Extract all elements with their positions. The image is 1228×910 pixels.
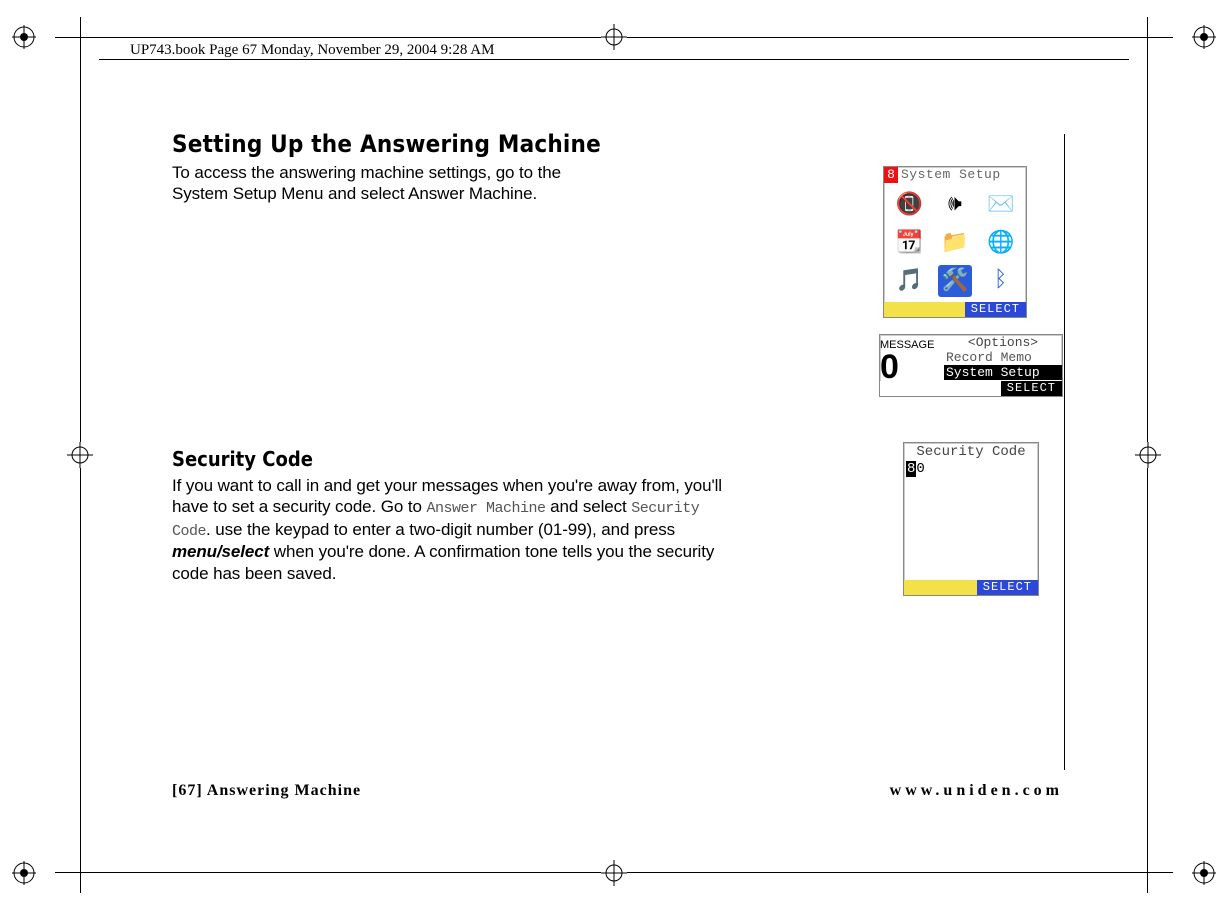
globe-icon: 🌐 (984, 227, 1018, 259)
lcd-text: Answer Machine (426, 500, 545, 517)
page-footer-right: www.uniden.com (890, 782, 1063, 800)
menu-title: System Setup (898, 167, 1026, 183)
page-content: Setting Up the Answering Machine To acce… (172, 130, 1063, 800)
emphasis: menu/select (172, 542, 269, 561)
crop-target-icon (601, 860, 627, 886)
security-code-cursor: 8 (906, 461, 916, 477)
message-count: 0 (880, 353, 944, 381)
menu-number: 8 (884, 167, 898, 183)
softkey-select: SELECT (977, 580, 1038, 595)
handset-icon: 📵 (892, 189, 926, 221)
phone-screen-security-code: Security Code 80 SELECT (903, 442, 1039, 596)
options-row: Record Memo (944, 350, 1062, 365)
registration-mark-icon (12, 25, 36, 49)
text: . use the keypad to enter a two-digit nu… (206, 520, 675, 539)
softkey-left (904, 580, 977, 595)
book-header: UP743.book Page 67 Monday, November 29, … (130, 42, 500, 59)
softkey-select: SELECT (965, 302, 1026, 317)
speaker-icon: 🕪 (938, 189, 972, 221)
security-code-header: Security Code (904, 443, 1038, 461)
phone-screen-options: MESSAGE 0 <Options> Record Memo System S… (879, 334, 1063, 397)
options-header: <Options> (944, 335, 1062, 350)
page-footer-left: [67] Answering Machine (172, 782, 361, 800)
calendar-icon: 📆 (892, 227, 926, 259)
crop-target-icon (601, 24, 627, 50)
phone-screen-system-setup: 8 System Setup 📵 🕪 ✉️ 📆 📁 🌐 🎵 🛠️ ᛒ SELEC… (883, 166, 1027, 318)
bluetooth-icon: ᛒ (984, 265, 1018, 297)
folder-icon: 📁 (938, 227, 972, 259)
section-body: To access the answering machine settings… (172, 162, 592, 205)
envelope-icon: ✉️ (984, 189, 1018, 221)
column-rule (1064, 134, 1065, 770)
registration-mark-icon (1192, 861, 1216, 885)
music-icon: 🎵 (892, 265, 926, 297)
header-rule (99, 59, 1129, 60)
softkey-left (880, 381, 1001, 396)
crop-target-icon (1135, 442, 1161, 468)
registration-mark-icon (12, 861, 36, 885)
softkey-left (884, 302, 965, 317)
subsection-body: If you want to call in and get your mess… (172, 475, 732, 584)
options-row-selected: System Setup (944, 365, 1062, 380)
text: and select (546, 497, 632, 516)
softkey-select: SELECT (1001, 381, 1062, 396)
crop-target-icon (67, 442, 93, 468)
section-heading: Setting Up the Answering Machine (172, 130, 1063, 158)
security-code-value: 0 (916, 461, 924, 477)
registration-mark-icon (1192, 25, 1216, 49)
tools-icon: 🛠️ (938, 265, 972, 297)
